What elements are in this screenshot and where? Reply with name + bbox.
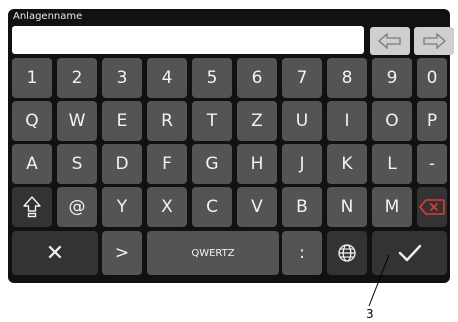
- callout-number: 3: [366, 307, 374, 321]
- callout-leader-line: [368, 254, 390, 307]
